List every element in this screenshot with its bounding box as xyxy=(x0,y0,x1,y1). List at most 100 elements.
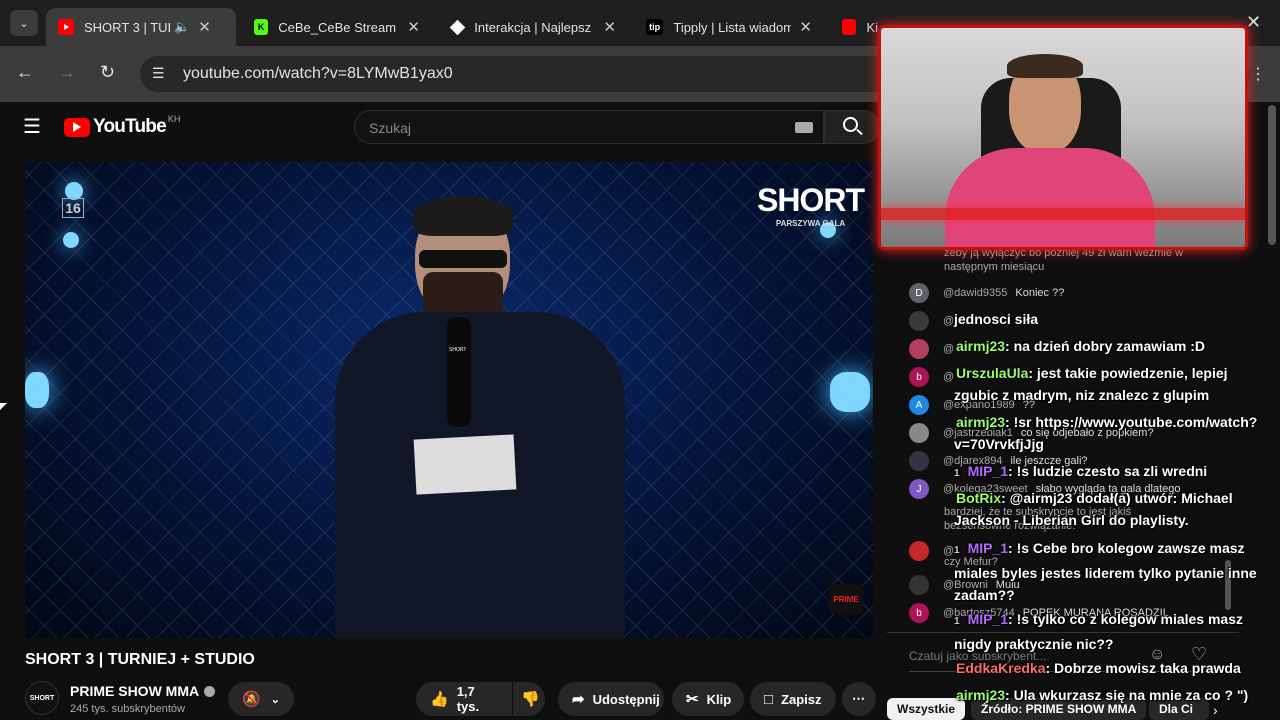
chat-avatar[interactable]: b xyxy=(909,367,929,387)
tab-title: SHORT 3 | TURN xyxy=(84,19,170,35)
back-arrow-icon[interactable]: ← xyxy=(16,62,34,83)
event-logo: SHORT PARSZYWA GALA xyxy=(757,182,865,228)
channel-avatar[interactable]: SHORT xyxy=(25,681,59,715)
chat-avatar[interactable]: A xyxy=(909,395,929,415)
chat-avatar[interactable]: b xyxy=(909,603,929,623)
event-logo-subtitle: PARSZYWA GALA xyxy=(775,219,846,228)
overlay-username: airmj23 xyxy=(956,687,1006,703)
tab-title: Ki xyxy=(866,19,878,35)
chat-avatar[interactable] xyxy=(909,423,929,443)
page-scrollbar[interactable] xyxy=(1268,105,1276,245)
overlay-chat-message: 1 MIP_1: !s Cebe bro kolegow zawsze masz … xyxy=(954,537,1274,606)
close-tab-icon[interactable]: ✕ xyxy=(799,18,812,36)
youtube-logo-text: YouTube xyxy=(93,116,167,137)
overlay-username: MIP_1 xyxy=(967,463,1009,479)
youtube-play-icon xyxy=(64,117,90,137)
chat-username[interactable]: @dawid9355 xyxy=(943,287,1007,299)
thumbs-down-icon: 👎 xyxy=(521,691,540,708)
subscriber-count: 245 tys. subskrybentów xyxy=(70,703,185,715)
hamburger-menu-icon[interactable]: ☰ xyxy=(23,114,41,139)
overlay-chat-message: 1 MIP_1: !s ludzie czesto sa zli wredni xyxy=(954,460,1274,485)
share-button[interactable]: ➦ Udostępnij xyxy=(558,682,664,716)
browser-tab-kick[interactable]: K CeBe_CeBe Stream ✕ xyxy=(242,8,432,46)
red-light-strip xyxy=(881,208,1245,220)
menu-dots-icon[interactable]: ⋮ xyxy=(1250,64,1266,84)
chat-avatar[interactable]: D xyxy=(909,283,929,303)
browser-tab-youtube[interactable]: SHORT 3 | TURN 🔈 ✕ xyxy=(46,8,236,46)
overlay-username: BotRix xyxy=(956,490,1002,506)
browser-tab-tipply[interactable]: tip Tipply | Lista wiadom ✕ xyxy=(634,8,824,46)
chat-avatar[interactable] xyxy=(909,541,929,561)
overlay-chat-message: jednosci siła xyxy=(954,308,1274,330)
overlay-text: : !s ludzie czesto sa zli wredni xyxy=(1008,463,1208,479)
kick-icon: K xyxy=(254,19,269,35)
tab-title: Interakcja | Najlepsz xyxy=(474,19,592,35)
paper-sheet xyxy=(413,434,517,495)
overlay-chat-message: UrszulaUla: jest takie powiedzenie, lepi… xyxy=(954,362,1274,406)
search-input[interactable]: Szukaj xyxy=(354,110,824,144)
streamer-hair xyxy=(1007,54,1083,78)
chevron-down-icon: ⌄ xyxy=(270,693,280,706)
overlay-username: airmj23 xyxy=(956,414,1006,430)
chat-avatar[interactable]: J xyxy=(909,479,929,499)
overlay-chat-message: airmj23: Ula wkurzasz się na mnie za co … xyxy=(954,684,1274,706)
chat-avatar[interactable] xyxy=(909,451,929,471)
video-title: SHORT 3 | TURNIEJ + STUDIO xyxy=(25,651,255,668)
overlay-chat-message: airmj23: !sr https://www.youtube.com/wat… xyxy=(954,411,1274,455)
youtube-header: ☰ YouTube KH Szukaj xyxy=(0,102,880,150)
speaker-icon[interactable]: 🔈 xyxy=(174,19,190,35)
close-tab-icon[interactable]: ✕ xyxy=(198,18,211,36)
overlay-username: UrszulaUla xyxy=(956,365,1029,381)
chat-username[interactable]: @ xyxy=(943,315,954,327)
sub-badge: 1 xyxy=(954,545,960,556)
age-rating-badge: 16 xyxy=(62,198,84,218)
overlay-chat-message: 1 MIP_1: !s tylko co z kolegow miales mas… xyxy=(954,608,1274,655)
channel-name[interactable]: PRIME SHOW MMA xyxy=(70,683,216,699)
close-window-icon[interactable]: ✕ xyxy=(1246,12,1261,33)
save-button[interactable]: □ Zapisz xyxy=(750,682,836,716)
tab-title: Tipply | Lista wiadom xyxy=(673,19,792,35)
verified-icon xyxy=(204,685,216,697)
sub-badge: 1 xyxy=(954,616,960,627)
overlay-username: airmj23 xyxy=(956,338,1006,354)
keyboard-icon[interactable] xyxy=(795,122,813,133)
mouse-cursor xyxy=(0,403,7,410)
chat-avatar[interactable] xyxy=(909,339,929,359)
webcam-overlay xyxy=(878,25,1248,250)
reload-icon[interactable]: ↻ xyxy=(100,62,115,83)
dislike-button[interactable]: 👎 xyxy=(513,682,545,716)
more-dots-icon: ⋯ xyxy=(852,691,865,706)
clip-button[interactable]: ✂ Klip xyxy=(672,682,744,716)
thumbs-up-icon: 👍 xyxy=(430,691,449,708)
youtube-icon xyxy=(58,19,74,35)
youtube-logo[interactable]: YouTube KH xyxy=(64,114,180,138)
close-tab-icon[interactable]: ✕ xyxy=(603,18,616,36)
overlay-chat-message: EddkaKredka: Dobrze mowisz taka prawda xyxy=(954,657,1274,679)
sunglasses xyxy=(419,250,507,268)
tip-icon: tip xyxy=(646,19,664,35)
youtube-icon xyxy=(842,19,857,35)
channel-watermark: PRIME xyxy=(829,584,863,614)
overlay-chat-message: BotRix: @airmj23 dodał(a) utwór: Michael… xyxy=(954,487,1274,531)
chat-avatar[interactable] xyxy=(909,575,929,595)
site-settings-icon[interactable]: ☰ xyxy=(152,65,165,82)
more-actions-button[interactable]: ⋯ xyxy=(842,682,876,716)
share-icon: ➦ xyxy=(572,691,585,708)
search-button[interactable] xyxy=(824,110,880,144)
microphone: SHORT xyxy=(447,317,471,427)
chat-text: Koniec ?? xyxy=(1015,287,1065,299)
chat-username[interactable]: @ xyxy=(943,371,954,383)
browser-tab-interakcja[interactable]: Interakcja | Najlepsz ✕ xyxy=(438,8,628,46)
notifications-button[interactable]: 🔕 ⌄ xyxy=(228,682,294,716)
close-tab-icon[interactable]: ✕ xyxy=(407,18,420,36)
overlay-text: : Dobrze mowisz taka prawda xyxy=(1045,660,1241,676)
video-player[interactable]: 16 SHORT PARSZYWA GALA SHORT PRIME xyxy=(25,162,873,638)
forward-arrow-icon[interactable]: → xyxy=(58,62,76,83)
bookmark-icon: □ xyxy=(764,690,774,708)
tab-search-button[interactable]: ⌄ xyxy=(10,10,38,36)
overlay-username: MIP_1 xyxy=(967,540,1009,556)
like-button[interactable]: 👍 1,7 tys. xyxy=(416,682,512,716)
chat-username[interactable]: @ xyxy=(943,343,954,355)
like-count: 1,7 tys. xyxy=(456,684,480,714)
chat-avatar[interactable] xyxy=(909,311,929,331)
